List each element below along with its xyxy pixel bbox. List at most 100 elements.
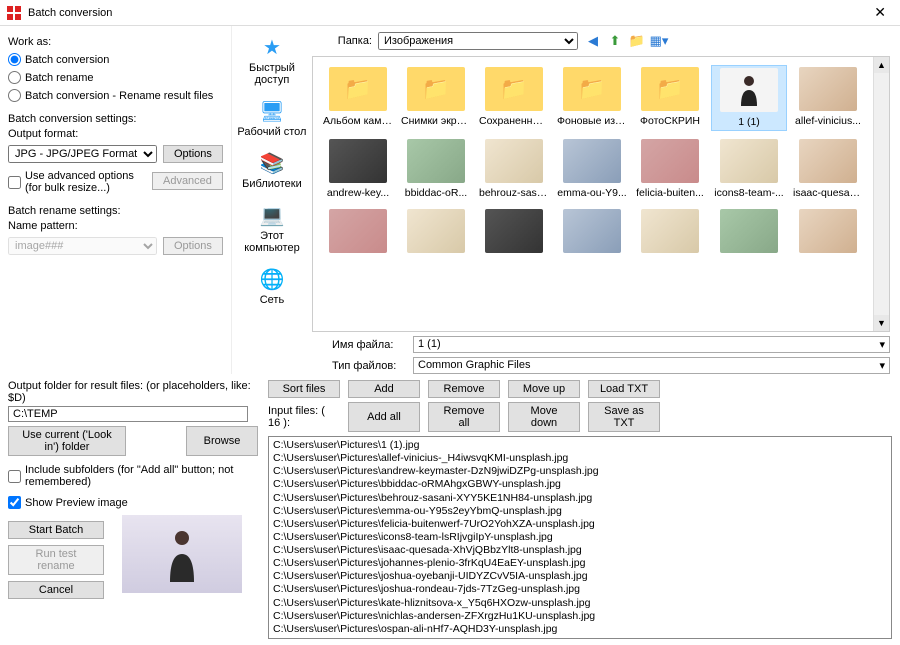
start-batch-button[interactable]: Start Batch <box>8 521 104 539</box>
list-item[interactable]: C:\Users\user\Pictures\johannes-plenio-3… <box>273 557 887 570</box>
move-up-button[interactable]: Move up <box>508 380 580 398</box>
thumbnail-icon <box>563 209 621 253</box>
folder-item[interactable]: 📁Фоновые изображен... <box>555 65 629 131</box>
list-item[interactable]: C:\Users\user\Pictures\andrew-keymaster-… <box>273 465 887 478</box>
thumbnail-label: icons8-team-... <box>714 187 784 199</box>
file-item[interactable] <box>711 207 787 259</box>
thumbnail-icon <box>799 139 857 183</box>
list-item[interactable]: C:\Users\user\Pictures\icons8-team-lsRIj… <box>273 531 887 544</box>
format-options-button[interactable]: Options <box>163 145 223 163</box>
app-icon <box>6 5 22 21</box>
list-item[interactable]: C:\Users\user\Pictures\behrouz-sasani-XY… <box>273 492 887 505</box>
thumbnail-icon <box>329 139 387 183</box>
filetype-combo[interactable]: Common Graphic Files▾ <box>413 357 890 374</box>
folder-item[interactable]: 📁Альбом камеры <box>321 65 395 131</box>
thumbnail-label: Снимки экрана <box>401 115 471 127</box>
nav-desktop[interactable]: 🖥Рабочий стол <box>237 98 306 138</box>
file-item[interactable]: isaac-quesad... <box>791 137 865 201</box>
folder-item[interactable]: 📁ФотоСКРИН <box>633 65 707 131</box>
thumbnail-icon <box>641 139 699 183</box>
thumbnail-icon: 📁 <box>329 67 387 111</box>
left-panel: Work as: Batch conversion Batch rename B… <box>0 26 231 374</box>
folder-item[interactable]: 📁Снимки экрана <box>399 65 473 131</box>
thumbnail-icon <box>407 209 465 253</box>
output-format-select[interactable]: JPG - JPG/JPEG Format <box>8 145 157 163</box>
remove-button[interactable]: Remove <box>428 380 500 398</box>
window-title: Batch conversion <box>28 7 866 19</box>
show-preview-check[interactable]: Show Preview image <box>8 496 258 509</box>
add-all-button[interactable]: Add all <box>348 402 420 432</box>
input-files-list[interactable]: C:\Users\user\Pictures\1 (1).jpgC:\Users… <box>268 436 892 639</box>
scroll-down-icon[interactable]: ▼ <box>874 315 889 331</box>
list-item[interactable]: C:\Users\user\Pictures\felicia-buitenwer… <box>273 518 887 531</box>
up-icon[interactable]: ⬆ <box>606 32 624 50</box>
load-txt-button[interactable]: Load TXT <box>588 380 660 398</box>
list-item[interactable]: C:\Users\user\Pictures\isaac-quesada-XhV… <box>273 544 887 557</box>
remove-all-button[interactable]: Remove all <box>428 402 500 432</box>
radio-batch-conversion[interactable]: Batch conversion <box>8 53 223 66</box>
advanced-button: Advanced <box>152 172 223 190</box>
thumbnail-grid[interactable]: 📁Альбом камеры📁Снимки экрана📁Сохраненные… <box>312 56 890 332</box>
output-folder-input[interactable] <box>8 406 248 422</box>
filename-label: Имя файла: <box>312 339 407 351</box>
folder-label: Папка: <box>322 35 372 47</box>
file-item[interactable] <box>477 207 551 259</box>
back-icon[interactable]: ◀ <box>584 32 602 50</box>
scroll-up-icon[interactable]: ▲ <box>874 57 889 73</box>
list-item[interactable]: C:\Users\user\Pictures\joshua-oyebanji-U… <box>273 570 887 583</box>
rename-options-button: Options <box>163 237 223 255</box>
file-item[interactable]: icons8-team-... <box>711 137 787 201</box>
nav-quick-access[interactable]: ★Быстрый доступ <box>232 34 312 86</box>
list-item[interactable]: C:\Users\user\Pictures\allef-vinicius-_H… <box>273 452 887 465</box>
browse-button[interactable]: Browse <box>186 426 258 456</box>
nav-network[interactable]: 🌐Сеть <box>256 266 288 306</box>
advanced-options-check[interactable]: Use advanced options (for bulk resize...… <box>8 170 146 194</box>
include-subfolders-check[interactable]: Include subfolders (for "Add all" button… <box>8 464 258 488</box>
filename-combo[interactable]: 1 (1)▾ <box>413 336 890 353</box>
list-item[interactable]: C:\Users\user\Pictures\ospan-ali-nHf7-AQ… <box>273 623 887 636</box>
file-item[interactable]: emma-ou-Y9... <box>555 137 629 201</box>
file-item[interactable] <box>321 207 395 259</box>
file-item[interactable] <box>791 207 865 259</box>
list-item[interactable]: C:\Users\user\Pictures\bbiddac-oRMAhgxGB… <box>273 478 887 491</box>
add-button[interactable]: Add <box>348 380 420 398</box>
file-item[interactable] <box>399 207 473 259</box>
folder-item[interactable]: 📁Сохраненные фотографии <box>477 65 551 131</box>
save-txt-button[interactable]: Save as TXT <box>588 402 660 432</box>
file-item[interactable]: allef-vinicius... <box>791 65 865 131</box>
name-pattern-select: image### <box>8 237 157 255</box>
file-item[interactable] <box>633 207 707 259</box>
scrollbar[interactable]: ▲ ▼ <box>873 57 889 331</box>
new-folder-icon[interactable]: 📁 <box>628 32 646 50</box>
view-icon[interactable]: ▦▾ <box>650 32 668 50</box>
sort-files-button[interactable]: Sort files <box>268 380 340 398</box>
file-item[interactable]: andrew-key... <box>321 137 395 201</box>
list-item[interactable]: C:\Users\user\Pictures\nichlas-andersen-… <box>273 610 887 623</box>
radio-batch-rename[interactable]: Batch rename <box>8 71 223 84</box>
file-item[interactable] <box>555 207 629 259</box>
list-item[interactable]: C:\Users\user\Pictures\kate-hliznitsova-… <box>273 597 887 610</box>
use-current-folder-button[interactable]: Use current ('Look in') folder <box>8 426 126 456</box>
thumbnail-icon <box>485 209 543 253</box>
move-down-button[interactable]: Move down <box>508 402 580 432</box>
file-item[interactable]: bbiddac-oR... <box>399 137 473 201</box>
list-item[interactable]: C:\Users\user\Pictures\1 (1).jpg <box>273 439 887 452</box>
file-item[interactable]: behrouz-sasa... <box>477 137 551 201</box>
thumbnail-icon <box>641 209 699 253</box>
list-item[interactable]: C:\Users\user\Pictures\joshua-rondeau-7j… <box>273 583 887 596</box>
nav-this-pc[interactable]: 💻Этот компьютер <box>232 202 312 254</box>
thumbnail-label: felicia-buiten... <box>635 187 705 199</box>
radio-batch-conv-rename[interactable]: Batch conversion - Rename result files <box>8 89 223 102</box>
list-item[interactable]: C:\Users\user\Pictures\emma-ou-Y95s2eyYb… <box>273 505 887 518</box>
file-item[interactable]: 1 (1) <box>711 65 787 131</box>
nav-libraries[interactable]: 📚Библиотеки <box>242 150 302 190</box>
output-folder-label: Output folder for result files: (or plac… <box>8 380 258 404</box>
close-button[interactable]: ✕ <box>866 4 894 21</box>
thumbnail-label: emma-ou-Y9... <box>557 187 627 199</box>
file-item[interactable]: felicia-buiten... <box>633 137 707 201</box>
thumbnail-label: 1 (1) <box>714 116 784 128</box>
thumbnail-icon <box>720 139 778 183</box>
folder-select[interactable]: Изображения <box>378 32 578 50</box>
work-as-label: Work as: <box>8 36 223 48</box>
filetype-label: Тип файлов: <box>312 360 407 372</box>
